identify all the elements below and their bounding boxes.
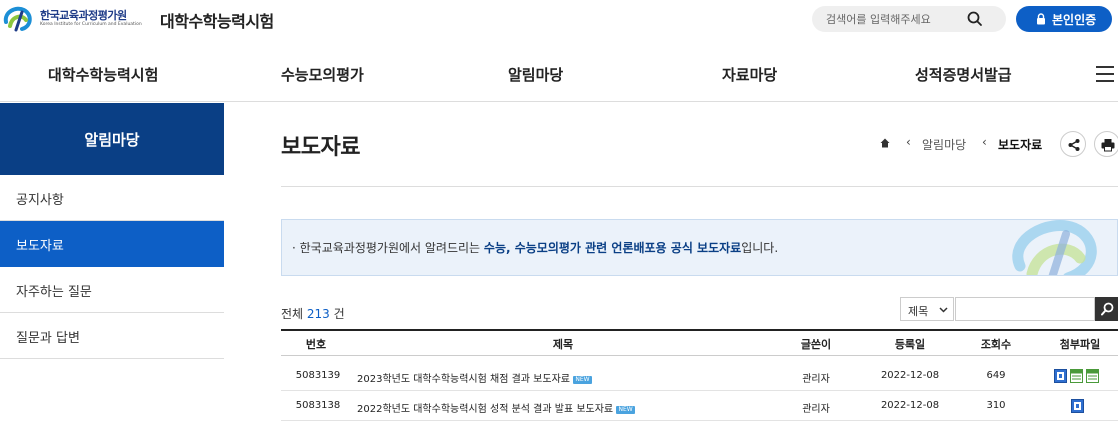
sidebar-item-press-releases[interactable]: 보도자료	[0, 221, 224, 267]
row-date: 2022-12-08	[880, 400, 940, 411]
column-header-views: 조회수	[980, 338, 1012, 351]
column-header-date: 등록일	[894, 338, 926, 351]
row-title-link[interactable]: 2023학년도 대학수학능력시험 채점 결과 보도자료 NEW	[357, 370, 592, 385]
xls-file-icon[interactable]	[1086, 369, 1099, 383]
identity-verification-button[interactable]: 본인인증	[1016, 6, 1112, 32]
site-title[interactable]: 대학수학능력시험	[160, 8, 274, 32]
print-button[interactable]	[1094, 131, 1118, 157]
gnb-item-mock-exam[interactable]: 수능모의평가	[281, 64, 364, 85]
main-navigation: 대학수학능력시험 수능모의평가 알림마당 자료마당 성적증명서발급	[0, 47, 1118, 102]
sidebar-item-label: 자주하는 질문	[16, 285, 92, 300]
search-field-selected: 제목	[908, 305, 929, 318]
search-field-select[interactable]: 제목	[900, 297, 954, 321]
hamburger-menu-icon[interactable]	[1096, 66, 1114, 82]
chevron-left-icon: ‹	[982, 135, 987, 149]
sidebar-item-label: 질문과 답변	[16, 331, 80, 346]
new-badge: NEW	[572, 376, 592, 384]
row-title-text: 2023학년도 대학수학능력시험 채점 결과 보도자료	[357, 374, 570, 385]
row-number: 5083139	[295, 370, 341, 381]
row-date: 2022-12-08	[880, 370, 940, 381]
notice-prefix: · 한국교육과정평가원에서 알려드리는	[292, 241, 484, 255]
row-author: 관리자	[802, 374, 830, 385]
table-header-divider	[281, 355, 1118, 356]
row-number: 5083138	[295, 400, 341, 411]
home-icon[interactable]	[880, 138, 890, 148]
hwp-file-icon[interactable]	[1071, 399, 1084, 413]
notice-suffix: 입니다.	[741, 241, 779, 255]
sidebar-header: 알림마당	[0, 103, 224, 175]
sidebar-item-notices[interactable]: 공지사항	[0, 175, 224, 221]
share-button[interactable]	[1060, 131, 1086, 157]
search-icon[interactable]	[966, 10, 984, 28]
table-row: 5083138 2022학년도 대학수학능력시험 성적 분석 결과 발표 보도자…	[281, 392, 1118, 421]
column-header-number: 번호	[305, 338, 327, 351]
search-icon	[1101, 302, 1114, 316]
gnb-item-certificate[interactable]: 성적증명서발급	[915, 64, 1012, 85]
row-author: 관리자	[802, 404, 830, 415]
chevron-down-icon	[939, 307, 948, 313]
count-suffix: 건	[329, 307, 345, 321]
notice-text: · 한국교육과정평가원에서 알려드리는 수능, 수능모의평가 관련 언론배포용 …	[292, 239, 778, 256]
gnb-item-csat[interactable]: 대학수학능력시험	[48, 64, 158, 85]
kice-watermark-icon	[1012, 220, 1097, 275]
count-number: 213	[306, 307, 330, 321]
row-title-link[interactable]: 2022학년도 대학수학능력시험 성적 분석 결과 발표 보도자료 NEW	[357, 400, 636, 415]
chevron-left-icon: ‹	[906, 135, 911, 149]
search-input[interactable]	[826, 10, 966, 28]
notice-banner: · 한국교육과정평가원에서 알려드리는 수능, 수능모의평가 관련 언론배포용 …	[281, 219, 1118, 276]
table-row: 5083139 2023학년도 대학수학능력시험 채점 결과 보도자료 NEW 관…	[281, 362, 1118, 391]
breadcrumb-current: 보도자료	[998, 138, 1043, 152]
column-header-attachments: 첨부파일	[1059, 338, 1101, 351]
table-top-rule	[281, 329, 1118, 331]
row-views: 649	[986, 370, 1006, 381]
sidebar-item-label: 보도자료	[16, 239, 64, 254]
notice-highlight: 수능, 수능모의평가 관련 언론배포용 공식 보도자료	[483, 241, 742, 255]
lock-icon	[1037, 13, 1045, 25]
sidebar-item-qna[interactable]: 질문과 답변	[0, 313, 224, 359]
kice-logo[interactable]: 한국교육과정평가원 Korea Institute for Curriculum…	[2, 4, 152, 34]
new-badge: NEW	[616, 406, 636, 414]
page-title: 보도자료	[281, 135, 360, 160]
hwp-file-icon[interactable]	[1054, 369, 1067, 383]
gnb-item-notice[interactable]: 알림마당	[508, 64, 563, 85]
row-title-text: 2022학년도 대학수학능력시험 성적 분석 결과 발표 보도자료	[357, 404, 614, 415]
column-header-author: 글쓴이	[800, 338, 832, 351]
xls-file-icon[interactable]	[1070, 369, 1083, 383]
top-bar: 한국교육과정평가원 Korea Institute for Curriculum…	[0, 0, 1118, 40]
sidebar-title: 알림마당	[84, 131, 140, 149]
kice-logo-icon	[3, 6, 32, 32]
keyword-input[interactable]	[955, 297, 1095, 321]
count-prefix: 전체	[281, 307, 307, 321]
search-box	[812, 6, 1006, 32]
column-header-title: 제목	[552, 338, 574, 351]
title-divider	[281, 186, 1118, 187]
row-views: 310	[986, 400, 1006, 411]
total-count: 전체 213 건	[281, 305, 345, 322]
share-icon	[1068, 139, 1080, 151]
sidebar-item-faq[interactable]: 자주하는 질문	[0, 267, 224, 313]
identity-verification-label: 본인인증	[1052, 13, 1097, 27]
breadcrumb-item[interactable]: 알림마당	[922, 136, 966, 153]
logo-korean-text: 한국교육과정평가원	[40, 9, 127, 22]
gnb-item-resources[interactable]: 자료마당	[722, 64, 777, 85]
sidebar-item-label: 공지사항	[16, 193, 64, 208]
keyword-search-button[interactable]	[1095, 297, 1118, 321]
logo-english-text: Korea Institute for Curriculum and Evalu…	[40, 22, 142, 27]
print-icon	[1101, 139, 1115, 152]
